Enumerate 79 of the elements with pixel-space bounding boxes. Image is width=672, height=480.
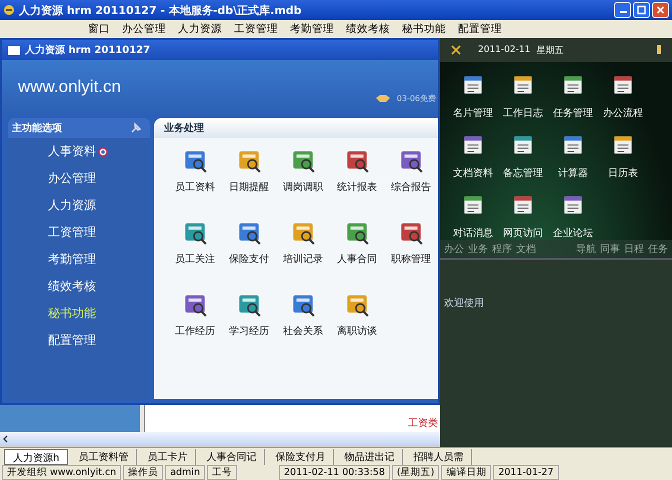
- menu-item[interactable]: 考勤管理: [290, 22, 334, 36]
- status-cell: 编译日期: [441, 465, 492, 480]
- notice-text: 03-06免费: [396, 92, 436, 104]
- app-label[interactable]: 办公流程: [603, 106, 643, 120]
- sidebar-item[interactable]: 人力资源: [48, 197, 96, 214]
- status-cell: 操作员: [123, 465, 164, 480]
- status-cell: admin: [165, 465, 205, 480]
- app-label[interactable]: 对话消息: [453, 226, 493, 240]
- app-label[interactable]: 员工资料: [175, 180, 215, 194]
- menu-item[interactable]: 绩效考核: [346, 22, 390, 36]
- sidebar-item[interactable]: 绩效考核: [48, 278, 96, 295]
- window-icon: [8, 46, 20, 54]
- app-label[interactable]: 保险支付: [229, 252, 269, 266]
- app-label[interactable]: 计算器: [558, 166, 588, 180]
- status-cell: 2011-01-27: [493, 465, 559, 480]
- status-cell: (星期五): [392, 465, 440, 480]
- window-title: 人力资源 hrm 20110127 - 本地服务-db\正式库.mdb: [19, 2, 303, 18]
- panel-tab[interactable]: 业务: [468, 242, 488, 256]
- panel-tab[interactable]: 文档: [516, 242, 536, 256]
- maximize-icon: [636, 5, 647, 15]
- background-text: 工资类: [408, 416, 438, 430]
- app-label[interactable]: 文档资料: [453, 166, 493, 180]
- window-tab[interactable]: 人力资源h: [4, 449, 68, 465]
- app-label[interactable]: 职称管理: [391, 252, 431, 266]
- panel-title: 业务处理: [164, 122, 204, 135]
- close-icon: [655, 5, 666, 15]
- panel-tab[interactable]: 办公: [444, 242, 464, 256]
- app-label[interactable]: 日期提醒: [229, 180, 269, 194]
- app-label[interactable]: 工作日志: [503, 106, 543, 120]
- app-label[interactable]: 培训记录: [283, 252, 323, 266]
- app-icon: [3, 4, 15, 16]
- app-label[interactable]: 网页访问: [503, 226, 543, 240]
- weekday-text: 星期五: [536, 44, 564, 56]
- sidebar-item[interactable]: 办公管理: [48, 170, 96, 187]
- panel-tab[interactable]: 日程: [624, 242, 644, 256]
- app-label[interactable]: 任务管理: [553, 106, 593, 120]
- status-cell: 工号: [206, 465, 237, 480]
- minimize-button[interactable]: [614, 2, 631, 18]
- minimize-icon: [620, 11, 627, 13]
- panel-tab[interactable]: 同事: [600, 242, 620, 256]
- panel-tab[interactable]: 导航: [576, 242, 596, 256]
- welcome-text: 欢迎使用: [444, 296, 484, 311]
- sidebar-item[interactable]: 配置管理: [48, 332, 96, 349]
- app-label[interactable]: 企业论坛: [553, 226, 593, 240]
- horizontal-scrollbar[interactable]: [0, 432, 440, 445]
- app-label[interactable]: 离职访谈: [337, 324, 377, 338]
- app-label[interactable]: 学习经历: [229, 324, 269, 338]
- app-label[interactable]: 人事合同: [337, 252, 377, 266]
- menu-item[interactable]: 配置管理: [458, 22, 502, 36]
- sidebar-item[interactable]: 秘书功能: [48, 305, 96, 322]
- status-cell: 2011-02-11 00:33:58: [278, 465, 390, 480]
- scroll-left-icon[interactable]: [2, 434, 10, 442]
- app-label[interactable]: 社会关系: [283, 324, 323, 338]
- menu-item[interactable]: 秘书功能: [402, 22, 446, 36]
- app-label[interactable]: 综合报告: [391, 180, 431, 194]
- close-button[interactable]: [652, 2, 669, 18]
- app-label[interactable]: 名片管理: [453, 106, 493, 120]
- status-cell: 开发组织 www.onlyit.cn: [2, 465, 122, 480]
- menu-item[interactable]: 人力资源: [178, 22, 222, 36]
- date-text: 2011-02-11: [478, 45, 530, 55]
- maximize-button[interactable]: [633, 2, 650, 18]
- sidebar-item[interactable]: 人事资料: [48, 143, 96, 160]
- inner-window-title: 人力资源 hrm 20110127: [25, 44, 150, 57]
- crossed-tools-icon: [450, 44, 462, 56]
- menu-item[interactable]: 窗口: [88, 22, 110, 36]
- menu-item[interactable]: 工资管理: [234, 22, 278, 36]
- app-label[interactable]: 员工关注: [175, 252, 215, 266]
- sidebar-item[interactable]: 工资管理: [48, 224, 96, 241]
- app-label[interactable]: 日历表: [608, 166, 638, 180]
- panel-tab[interactable]: 任务: [648, 242, 668, 256]
- sidebar-title: 主功能选项: [12, 121, 62, 135]
- app-label[interactable]: 统计报表: [337, 180, 377, 194]
- app-label[interactable]: 工作经历: [175, 324, 215, 338]
- app-label[interactable]: 备忘管理: [503, 166, 543, 180]
- sidebar-item[interactable]: 考勤管理: [48, 251, 96, 268]
- menu-item[interactable]: 办公管理: [122, 22, 166, 36]
- app-label[interactable]: 调岗调职: [283, 180, 323, 194]
- panel-tab[interactable]: 程序: [492, 242, 512, 256]
- site-address: www.onlyit.cn: [18, 77, 121, 97]
